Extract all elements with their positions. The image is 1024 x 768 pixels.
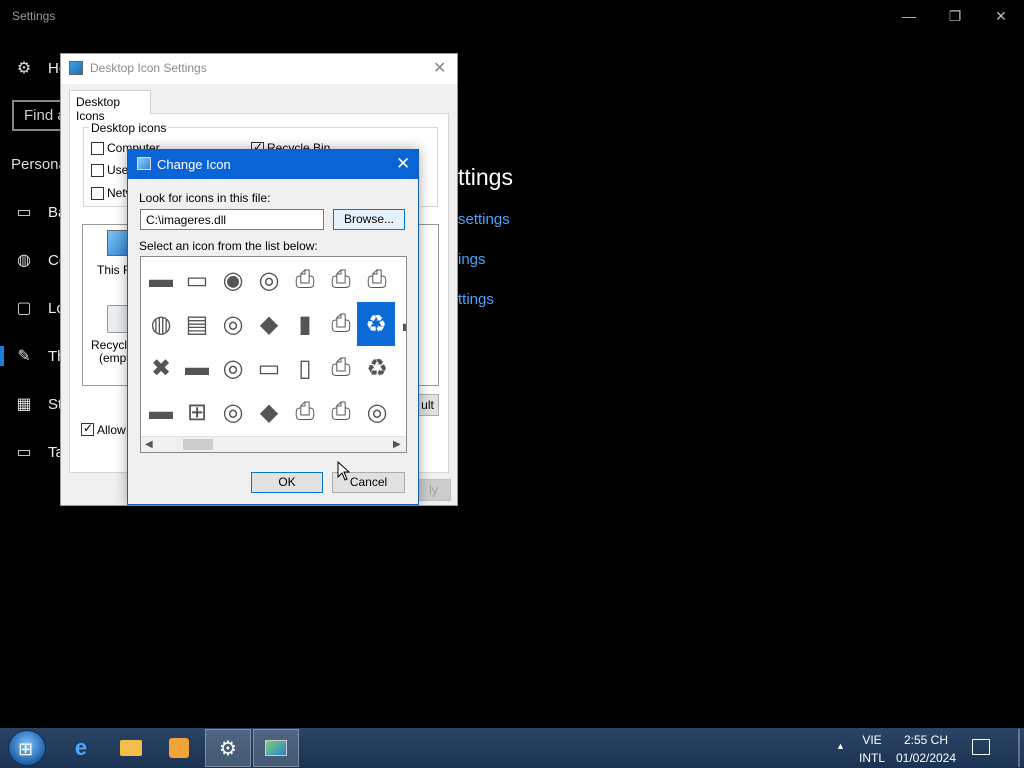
dvd-icon[interactable]: ◎ bbox=[357, 392, 397, 432]
lockscreen-icon: ▢ bbox=[16, 300, 32, 317]
mobile-phone-icon[interactable]: ▯ bbox=[285, 348, 325, 388]
network-printer-icon[interactable]: ⎙ bbox=[285, 260, 325, 300]
dialog-title: Change Icon bbox=[157, 157, 231, 172]
removable-drive-icon[interactable]: ◆ bbox=[249, 392, 289, 432]
allow-themes-checkbox[interactable] bbox=[81, 421, 94, 436]
close-icon[interactable]: ✕ bbox=[433, 58, 446, 78]
fax-icon[interactable]: ⎙ bbox=[321, 392, 361, 432]
clock[interactable]: 2:55 CH 01/02/2024 bbox=[895, 733, 957, 765]
drive-icon[interactable]: ▬ bbox=[141, 260, 181, 300]
picture-icon: ▭ bbox=[16, 204, 32, 221]
network-printer-icon[interactable]: ⎙ bbox=[321, 304, 361, 344]
horizontal-scrollbar[interactable]: ◀ ▶ bbox=[141, 436, 406, 452]
related-link-3[interactable]: ttings bbox=[458, 291, 494, 308]
internet-explorer-icon[interactable]: e bbox=[58, 729, 104, 767]
icon-list[interactable]: ▬ ▭ ◉ ◎ ⎙ ⎙ ⎙ ◘ ◍ ▤ ◎ ◆ ▮ ⎙ ♻ ▬ ✖ ▬ ◎ ▭ … bbox=[140, 256, 407, 453]
apply-button[interactable]: ly bbox=[416, 479, 451, 501]
monitor-icon bbox=[137, 157, 151, 170]
windows-logo-icon: ⊞ bbox=[18, 739, 34, 759]
device-icon[interactable]: ▮ bbox=[393, 392, 406, 432]
scroll-left-icon[interactable]: ◀ bbox=[145, 439, 153, 450]
show-desktop-button[interactable] bbox=[1018, 729, 1020, 767]
recycle-bin-full-icon[interactable]: ♻ bbox=[357, 348, 397, 388]
network-drive-icon[interactable]: ▭ bbox=[177, 260, 217, 300]
floppy-icon[interactable]: ◆ bbox=[249, 304, 289, 344]
dvd-drive-icon[interactable]: ◉ bbox=[213, 260, 253, 300]
user-checkbox[interactable] bbox=[91, 164, 104, 177]
minimize-button[interactable]: — bbox=[886, 0, 932, 32]
restore-button[interactable]: ❐ bbox=[932, 0, 978, 32]
palette-icon: ◍ bbox=[17, 252, 31, 269]
camcorder-icon[interactable]: ▮ bbox=[285, 304, 325, 344]
drive-icon[interactable]: ▬ bbox=[395, 304, 406, 344]
ok-button[interactable]: OK bbox=[251, 472, 323, 493]
drive-icon[interactable]: ▬ bbox=[177, 348, 217, 388]
default-printer-icon[interactable]: ⎙ bbox=[321, 260, 361, 300]
clock-time: 2:55 CH bbox=[903, 733, 949, 747]
select-icon-label: Select an icon from the list below: bbox=[139, 239, 318, 253]
related-link-2[interactable]: ings bbox=[458, 251, 486, 268]
monitor-icon bbox=[69, 61, 83, 75]
look-for-label: Look for icons in this file: bbox=[139, 191, 271, 205]
printer-icon[interactable]: ⎙ bbox=[321, 348, 361, 388]
mouse-cursor-icon bbox=[337, 461, 351, 481]
dialog-title: Desktop Icon Settings bbox=[90, 61, 207, 75]
start-icon: ▦ bbox=[16, 396, 32, 413]
cd-drive-icon[interactable]: ◍ bbox=[141, 304, 181, 344]
memory-chip-icon[interactable]: ▤ bbox=[177, 304, 217, 344]
recycle-bin-empty-icon[interactable]: ♻ bbox=[357, 302, 395, 346]
fax-default-icon[interactable]: ⎙ bbox=[285, 392, 325, 432]
clock-date: 01/02/2024 bbox=[895, 751, 957, 765]
nav-item-themes[interactable]: ✎ Th bbox=[14, 345, 65, 367]
language-bottom: INTL bbox=[858, 751, 885, 765]
taskbar-icon: ▭ bbox=[16, 444, 32, 461]
brush-icon: ✎ bbox=[17, 348, 31, 365]
restore-default-button[interactable]: ult bbox=[416, 394, 439, 416]
camera-icon[interactable]: ◘ bbox=[393, 260, 407, 300]
lock-icon[interactable]: 🔒︎ bbox=[393, 348, 406, 388]
change-icon-dialog: Change Icon ✕ Look for icons in this fil… bbox=[127, 149, 419, 505]
language-top: VIE bbox=[862, 733, 882, 747]
icon-label: (empt bbox=[99, 351, 130, 365]
tray-arrow-icon[interactable]: ▲ bbox=[836, 741, 845, 751]
notification-icon[interactable] bbox=[972, 739, 990, 755]
dvd-r-icon[interactable]: ◎ bbox=[213, 304, 253, 344]
language-indicator[interactable]: VIE INTL bbox=[856, 733, 888, 765]
scroll-right-icon[interactable]: ▶ bbox=[393, 439, 401, 450]
nav-item-taskbar[interactable]: ▭ Ta bbox=[14, 441, 63, 463]
gear-icon: ⚙ bbox=[16, 60, 32, 77]
close-icon[interactable]: ✕ bbox=[396, 154, 410, 174]
nav-item-lockscreen[interactable]: ▢ Lo bbox=[14, 297, 64, 319]
media-player-icon[interactable]: ▭ bbox=[249, 348, 289, 388]
dvd-rom-icon[interactable]: ◎ bbox=[213, 392, 253, 432]
page-title: ttings bbox=[458, 164, 513, 190]
media-player-icon[interactable] bbox=[156, 729, 202, 767]
tab-desktop-icons[interactable]: Desktop Icons bbox=[69, 90, 151, 123]
settings-title: Settings bbox=[12, 9, 56, 23]
recycle-bin-icon[interactable] bbox=[107, 305, 129, 333]
nav-selection-indicator bbox=[0, 346, 4, 366]
computer-checkbox[interactable] bbox=[91, 142, 104, 155]
disconnected-drive-icon[interactable]: ✖ bbox=[141, 348, 181, 388]
icon-label: This F bbox=[97, 263, 131, 277]
windows-drive-icon[interactable]: ⊞ bbox=[177, 392, 217, 432]
scrollbar-thumb[interactable] bbox=[183, 439, 213, 450]
control-panel-taskbar-icon[interactable] bbox=[253, 729, 299, 767]
drive-icon[interactable]: ▬ bbox=[141, 392, 181, 432]
nav-item-start[interactable]: ▦ St bbox=[14, 393, 62, 415]
browse-button[interactable]: Browse... bbox=[333, 209, 405, 230]
related-link-1[interactable]: settings bbox=[458, 211, 510, 228]
settings-taskbar-icon[interactable]: ⚙ bbox=[205, 729, 251, 767]
dvd-ram-icon[interactable]: ◎ bbox=[213, 348, 253, 388]
network-checkbox[interactable] bbox=[91, 187, 104, 200]
dvd-rw-icon[interactable]: ◎ bbox=[249, 260, 289, 300]
close-button[interactable]: ✕ bbox=[978, 0, 1024, 32]
group-label: Desktop icons bbox=[89, 121, 169, 135]
printer-icon[interactable]: ⎙ bbox=[357, 260, 397, 300]
file-explorer-icon[interactable] bbox=[108, 729, 154, 767]
icon-file-input[interactable] bbox=[140, 209, 324, 230]
nav-item-background[interactable]: ▭ Ba bbox=[14, 201, 66, 223]
section-personalization: Persona bbox=[11, 156, 67, 173]
